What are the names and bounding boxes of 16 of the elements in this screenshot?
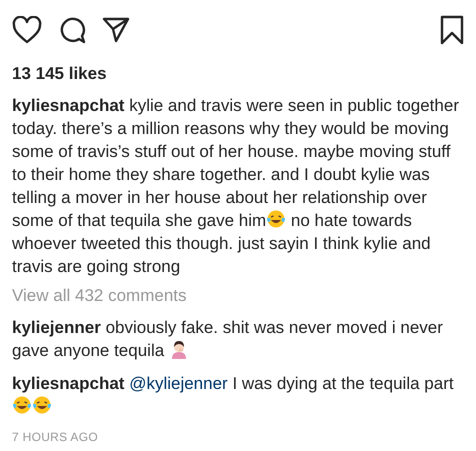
- comment-text: kyliesnapchat @kyliejenner I was dying at the tequila part: [12, 372, 464, 418]
- laughing-emoji-icon: [266, 209, 286, 229]
- mention-link[interactable]: @kyliejenner: [129, 374, 228, 393]
- comment-icon[interactable]: [58, 16, 86, 44]
- username-link[interactable]: kyliesnapchat: [12, 374, 124, 393]
- laughing-emoji-icon: [32, 395, 52, 415]
- bookmark-icon[interactable]: [440, 15, 464, 45]
- post-time: 7 HOURS AGO: [12, 430, 99, 444]
- laughing-emoji-icon: [12, 395, 32, 415]
- caption-text: kyliesnapchat kylie and travis were seen in public together today. there’s a million reasons why they would be moving some of travis’s stuff out of her house. maybe moving stuff to their home they share together. and I doubt kylie was telling a mover in her house about her relationship over some of that tequila she gave him no hate towards whoever tweeted this though. just sayin I think kylie and travis are going strong: [12, 95, 460, 278]
- username-link[interactable]: kyliejenner: [12, 318, 101, 337]
- username-link[interactable]: kyliesnapchat: [12, 96, 124, 115]
- heart-icon[interactable]: [12, 16, 42, 44]
- likes-count: 13 145 likes: [12, 64, 108, 84]
- send-icon[interactable]: [102, 17, 130, 43]
- comment-text: kyliejenner obviously fake. shit was never moved i never gave anyone tequila: [12, 317, 444, 362]
